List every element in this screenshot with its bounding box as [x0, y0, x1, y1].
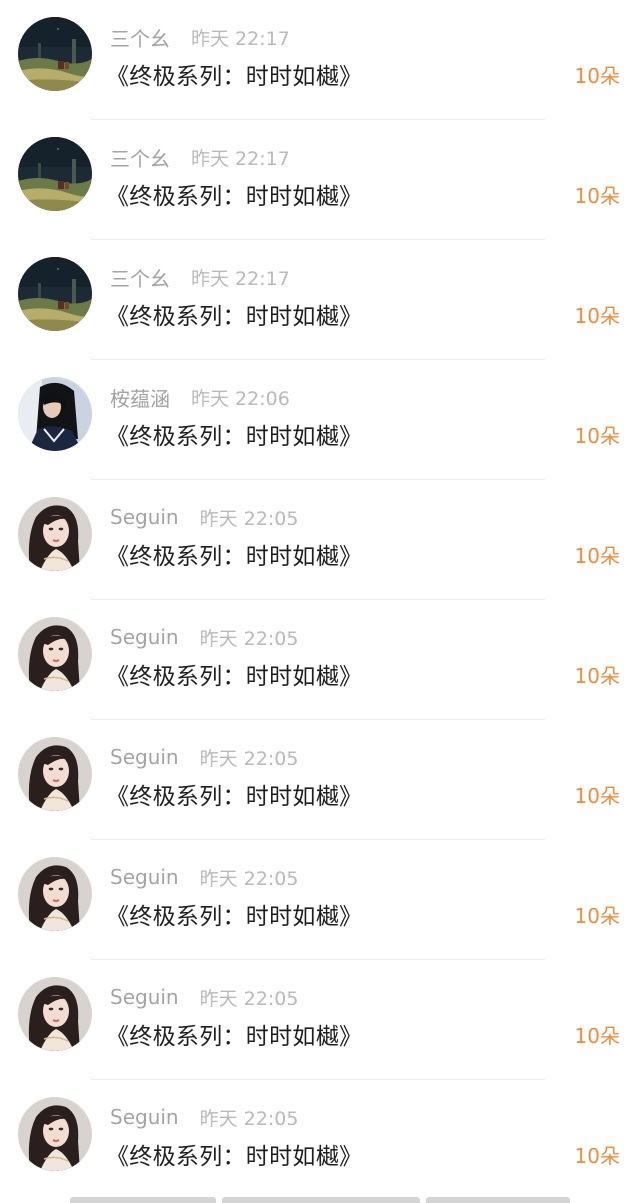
bottom-scroll-indicator: [70, 1197, 570, 1203]
timestamp: 昨天 22:05: [199, 987, 299, 1010]
gift-title: 《终极系列：时时如樾》: [106, 904, 363, 930]
item-meta: 三个幺 昨天 22:17: [110, 23, 290, 51]
timestamp: 昨天 22:05: [199, 867, 299, 890]
gift-title: 《终极系列：时时如樾》: [106, 64, 363, 90]
gift-title: 《终极系列：时时如樾》: [106, 544, 363, 570]
gift-amount: 10朵: [574, 424, 620, 448]
username[interactable]: Seguin: [110, 745, 179, 769]
list-item[interactable]: Seguin 昨天 22:05 《终极系列：时时如樾》 10朵: [0, 1080, 640, 1200]
timestamp: 昨天 22:17: [191, 147, 290, 170]
avatar[interactable]: [18, 1097, 92, 1171]
username[interactable]: 三个幺: [110, 143, 170, 172]
gift-title: 《终极系列：时时如樾》: [106, 784, 363, 810]
timestamp: 昨天 22:17: [191, 27, 290, 50]
timestamp: 昨天 22:05: [199, 1107, 299, 1130]
username[interactable]: 三个幺: [110, 263, 170, 292]
timestamp: 昨天 22:17: [191, 267, 290, 290]
indicator-segment: [426, 1197, 570, 1203]
avatar[interactable]: [18, 857, 92, 931]
list-item[interactable]: 桉蕴涵 昨天 22:06 《终极系列：时时如樾》 10朵: [0, 360, 640, 480]
username[interactable]: Seguin: [110, 985, 179, 1009]
list-item[interactable]: Seguin 昨天 22:05 《终极系列：时时如樾》 10朵: [0, 720, 640, 840]
timestamp: 昨天 22:05: [199, 627, 299, 650]
list-item[interactable]: Seguin 昨天 22:05 《终极系列：时时如樾》 10朵: [0, 960, 640, 1080]
avatar[interactable]: [18, 617, 92, 691]
gift-amount: 10朵: [574, 904, 620, 928]
avatar[interactable]: [18, 977, 92, 1051]
gift-amount: 10朵: [574, 1144, 620, 1168]
gift-title: 《终极系列：时时如樾》: [106, 664, 363, 690]
avatar[interactable]: [18, 137, 92, 211]
avatar[interactable]: [18, 497, 92, 571]
gift-title: 《终极系列：时时如樾》: [106, 1024, 363, 1050]
gift-amount: 10朵: [574, 304, 620, 328]
item-meta: 三个幺 昨天 22:17: [110, 143, 290, 171]
username[interactable]: 桉蕴涵: [110, 383, 170, 412]
timestamp: 昨天 22:05: [199, 747, 299, 770]
avatar[interactable]: [18, 17, 92, 91]
list-item[interactable]: Seguin 昨天 22:05 《终极系列：时时如樾》 10朵: [0, 840, 640, 960]
username[interactable]: Seguin: [110, 865, 179, 889]
gift-amount: 10朵: [574, 664, 620, 688]
indicator-segment: [70, 1197, 216, 1203]
timestamp: 昨天 22:05: [199, 507, 299, 530]
username[interactable]: Seguin: [110, 625, 179, 649]
gift-amount: 10朵: [574, 784, 620, 808]
username[interactable]: Seguin: [110, 1105, 179, 1129]
avatar[interactable]: [18, 377, 92, 451]
list-item[interactable]: 三个幺 昨天 22:17 《终极系列：时时如樾》 10朵: [0, 240, 640, 360]
item-meta: Seguin 昨天 22:05: [110, 503, 298, 531]
username[interactable]: 三个幺: [110, 23, 170, 52]
indicator-segment: [222, 1197, 420, 1203]
item-meta: Seguin 昨天 22:05: [110, 1103, 298, 1131]
username[interactable]: Seguin: [110, 505, 179, 529]
item-meta: 桉蕴涵 昨天 22:06: [110, 383, 290, 411]
item-meta: Seguin 昨天 22:05: [110, 863, 298, 891]
list-item[interactable]: Seguin 昨天 22:05 《终极系列：时时如樾》 10朵: [0, 600, 640, 720]
list-item[interactable]: 三个幺 昨天 22:17 《终极系列：时时如樾》 10朵: [0, 120, 640, 240]
gift-title: 《终极系列：时时如樾》: [106, 424, 363, 450]
gift-record-list: 三个幺 昨天 22:17 《终极系列：时时如樾》 10朵 三个幺 昨天 22:1…: [0, 0, 640, 1200]
gift-title: 《终极系列：时时如樾》: [106, 304, 363, 330]
gift-amount: 10朵: [574, 1024, 620, 1048]
list-item[interactable]: Seguin 昨天 22:05 《终极系列：时时如樾》 10朵: [0, 480, 640, 600]
item-meta: Seguin 昨天 22:05: [110, 623, 298, 651]
gift-amount: 10朵: [574, 64, 620, 88]
avatar[interactable]: [18, 737, 92, 811]
list-item[interactable]: 三个幺 昨天 22:17 《终极系列：时时如樾》 10朵: [0, 0, 640, 120]
gift-title: 《终极系列：时时如樾》: [106, 1144, 363, 1170]
avatar[interactable]: [18, 257, 92, 331]
item-meta: Seguin 昨天 22:05: [110, 743, 298, 771]
item-meta: 三个幺 昨天 22:17: [110, 263, 290, 291]
timestamp: 昨天 22:06: [191, 387, 290, 410]
gift-title: 《终极系列：时时如樾》: [106, 184, 363, 210]
gift-amount: 10朵: [574, 544, 620, 568]
gift-amount: 10朵: [574, 184, 620, 208]
item-meta: Seguin 昨天 22:05: [110, 983, 298, 1011]
